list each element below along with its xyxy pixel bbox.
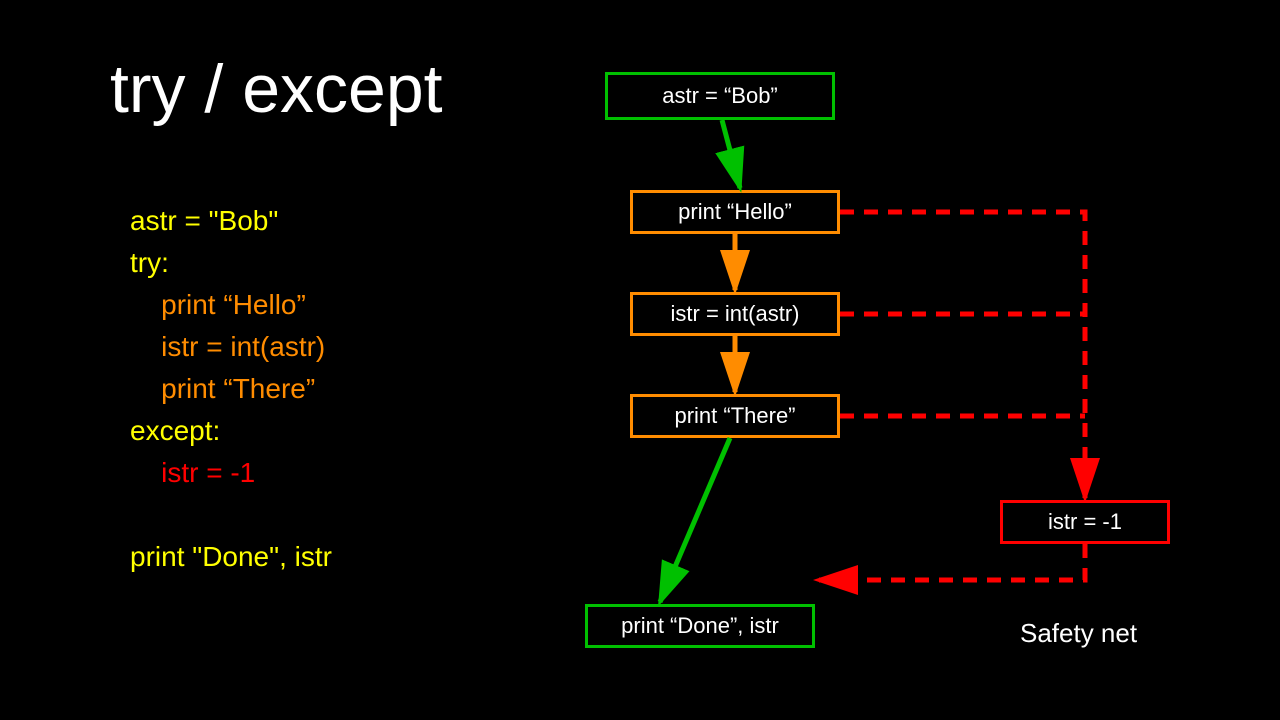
flow-box-astr: astr = “Bob” — [605, 72, 835, 120]
flow-box-istr-minus1: istr = -1 — [1000, 500, 1170, 544]
code-line: try: — [130, 242, 332, 284]
flow-box-print-done: print “Done”, istr — [585, 604, 815, 648]
code-line: istr = int(astr) — [130, 326, 332, 368]
code-line: istr = -1 — [130, 452, 332, 494]
code-line: print “There” — [130, 368, 332, 410]
code-line: astr = "Bob" — [130, 200, 332, 242]
code-line: print "Done", istr — [130, 536, 332, 578]
code-line: print “Hello” — [130, 284, 332, 326]
flow-box-print-there: print “There” — [630, 394, 840, 438]
safety-net-label: Safety net — [1020, 618, 1137, 649]
flow-box-istr-int: istr = int(astr) — [630, 292, 840, 336]
flow-box-print-hello: print “Hello” — [630, 190, 840, 234]
code-line: except: — [130, 410, 332, 452]
slide-title: try / except — [110, 50, 443, 128]
code-block: astr = "Bob" try: print “Hello” istr = i… — [130, 200, 332, 578]
